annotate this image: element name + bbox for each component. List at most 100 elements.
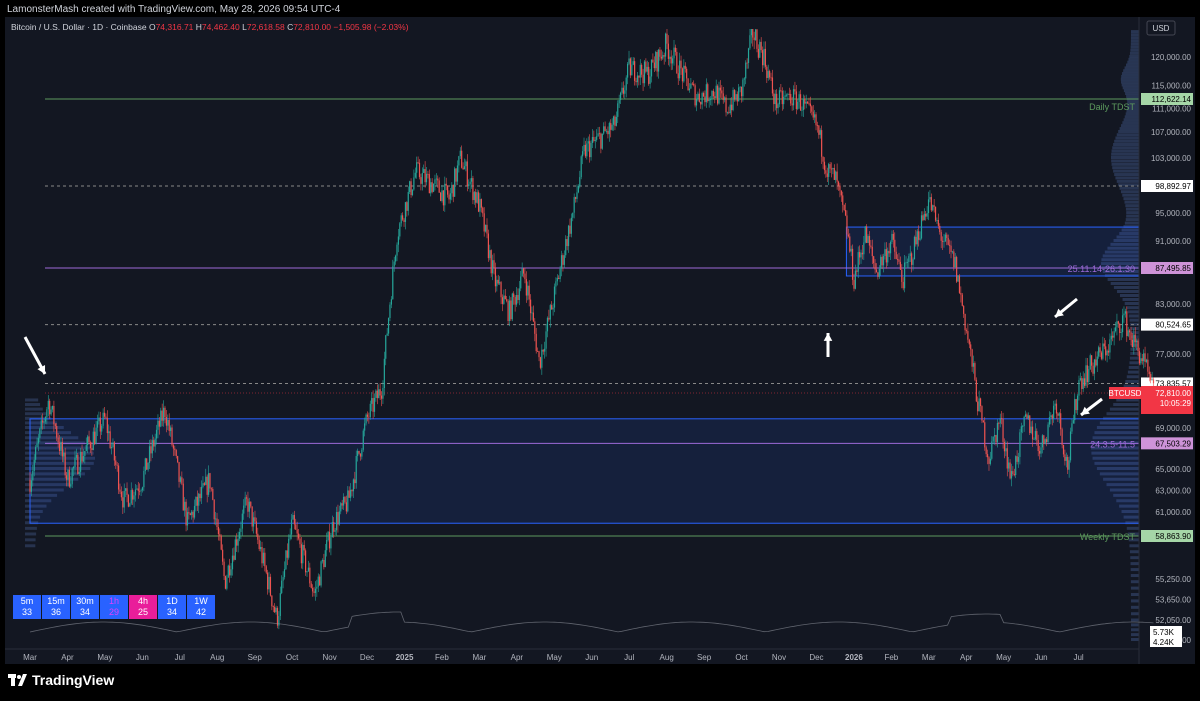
candle-body	[337, 512, 339, 525]
candle-body	[801, 110, 803, 111]
candle-body	[328, 531, 331, 549]
volume-profile-bar	[1111, 152, 1139, 156]
candle-body	[802, 98, 804, 111]
close-value: 72,810.00	[293, 22, 332, 32]
candle-body	[461, 150, 463, 168]
volume-profile-bar	[1130, 599, 1139, 603]
candle-body	[608, 123, 610, 135]
candle-body	[310, 583, 312, 588]
candle-body	[274, 606, 276, 613]
candle-body	[982, 420, 984, 423]
candle-body	[752, 29, 754, 38]
candle-body	[1010, 471, 1013, 479]
candle-body	[148, 446, 151, 463]
candle-body	[583, 144, 585, 152]
price-chart[interactable]: 112,622.14 Daily TDST 98,892.97 87,495.85 25…	[5, 17, 1195, 664]
tf-value: 29	[108, 607, 119, 617]
candle-body	[373, 397, 376, 412]
candle-body	[39, 428, 41, 438]
candle-body	[35, 447, 37, 460]
candle-body	[50, 409, 52, 415]
candle-body	[400, 215, 402, 224]
candle-body	[808, 103, 810, 105]
candle-body	[486, 224, 488, 234]
candle-body	[770, 77, 772, 79]
candle-body	[323, 560, 325, 568]
candle-body	[957, 275, 959, 282]
candle-body	[596, 136, 598, 140]
candle-body	[688, 88, 691, 91]
x-tick-label: Aug	[660, 653, 674, 662]
candle-body	[396, 244, 398, 256]
candle-body	[552, 307, 554, 310]
candle-body	[698, 93, 700, 102]
candle-body	[846, 215, 848, 235]
candle-body	[338, 511, 340, 525]
candle-body	[317, 576, 319, 587]
candle-body	[511, 293, 513, 320]
candle-body	[182, 483, 184, 511]
candle-body	[347, 490, 349, 512]
candle-body	[493, 260, 495, 269]
volume-profile-bar	[1116, 133, 1139, 137]
candle-body	[615, 116, 617, 126]
candle-body	[669, 56, 671, 59]
candle-body	[913, 236, 916, 260]
candle-body	[209, 473, 211, 489]
candle-body	[175, 450, 177, 456]
candle-body	[728, 112, 730, 114]
candle-body	[929, 197, 931, 200]
candle-body	[1076, 395, 1079, 411]
candle-body	[213, 499, 215, 520]
candle-body	[525, 279, 527, 296]
candle-body	[36, 443, 38, 448]
candle-body	[480, 199, 482, 208]
candle-body	[574, 197, 577, 199]
volume-profile-bar	[1117, 289, 1139, 293]
candle-body	[89, 442, 92, 449]
volume-profile-bar	[1110, 281, 1139, 285]
candle-body	[676, 51, 678, 74]
volume-profile-bar	[1111, 159, 1139, 163]
candle-body	[925, 213, 927, 217]
candle-body	[139, 490, 141, 492]
candle-body	[451, 184, 453, 194]
tf-cell-30m: 30m 34	[71, 595, 99, 619]
candle-body	[418, 162, 421, 178]
candle-body	[843, 204, 845, 211]
candle-body	[1127, 330, 1129, 337]
footer-brand[interactable]: TradingView	[8, 672, 114, 688]
candle-body	[986, 454, 989, 458]
candle-body	[1137, 340, 1139, 352]
candle-body	[483, 213, 485, 232]
candle-body	[881, 256, 883, 266]
volume-profile-bar	[25, 532, 37, 536]
candle-body	[1092, 365, 1094, 374]
x-tick-label: Jul	[175, 653, 185, 662]
candle-body	[1124, 311, 1126, 314]
candle-body	[296, 529, 298, 534]
chart-area[interactable]: 112,622.14 Daily TDST 98,892.97 87,495.85 25…	[5, 17, 1195, 664]
y-tick-label: 61,000.00	[1155, 508, 1191, 517]
candle-body	[740, 86, 743, 97]
candle-body	[503, 295, 505, 304]
candle-body	[468, 184, 470, 187]
candle-body	[196, 496, 198, 506]
candle-body	[96, 421, 99, 428]
candle-body	[611, 124, 613, 130]
candle-body	[953, 251, 955, 268]
tf-value: 25	[137, 607, 148, 617]
y-tick-label: 63,000.00	[1155, 487, 1191, 496]
candle-body	[157, 420, 159, 430]
candle-body	[309, 567, 311, 584]
candle-body	[850, 248, 852, 252]
symbol-name[interactable]: Bitcoin / U.S. Dollar · 1D · Coinbase	[11, 22, 147, 32]
candle-body	[694, 85, 696, 106]
demand-zone[interactable]	[29, 418, 1140, 524]
candle-body	[271, 595, 273, 607]
candle-body	[1117, 321, 1119, 324]
candle-body	[349, 489, 352, 498]
candle-body	[497, 279, 499, 284]
candle-body	[421, 173, 423, 184]
x-tick-label: Dec	[360, 653, 374, 662]
